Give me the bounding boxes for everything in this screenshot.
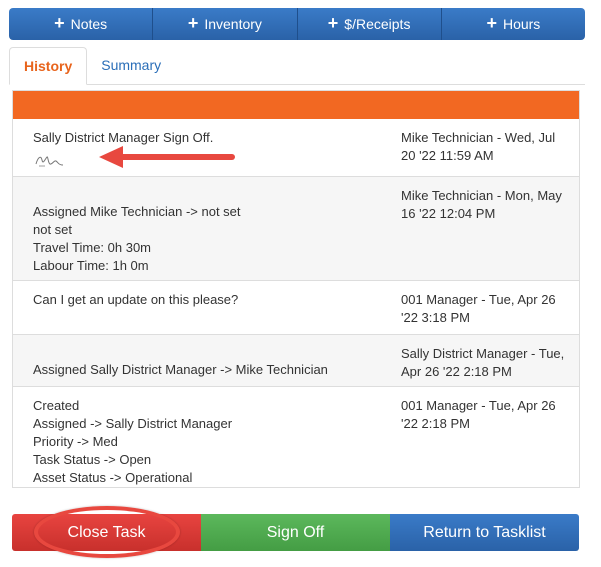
tab-summary[interactable]: Summary — [87, 47, 175, 84]
history-entry-author: Sally District Manager - Tue, Apr 26 '22… — [401, 346, 565, 379]
history-line: Assigned -> Sally District Manager — [33, 416, 233, 431]
history-line: Created — [33, 398, 80, 413]
history-line: Can I get an update on this please? — [33, 292, 239, 307]
history-line: Travel Time: 0h 30m — [33, 240, 152, 255]
history-row: Can I get an update on this please? 001 … — [13, 281, 579, 335]
plus-icon: + — [54, 13, 65, 33]
add-notes-button[interactable]: + Notes — [9, 8, 154, 40]
history-entry-text: Assigned Sally District Manager -> Mike … — [13, 335, 382, 386]
annotation-arrow-icon — [99, 146, 235, 168]
history-line: Assigned Mike Technician -> not set — [33, 204, 241, 219]
add-inventory-button[interactable]: + Inventory — [153, 8, 298, 40]
add-inventory-label: Inventory — [204, 16, 262, 32]
add-receipts-label: $/Receipts — [344, 16, 411, 32]
history-panel: Sally District Manager Sign Off. Mike Te… — [12, 90, 580, 488]
add-receipts-button[interactable]: + $/Receipts — [297, 8, 442, 40]
history-entry-text: Assigned Mike Technician -> not set not … — [13, 177, 382, 280]
history-header-bar — [13, 91, 579, 119]
tab-bar: History Summary — [9, 47, 585, 85]
plus-icon: + — [187, 13, 199, 33]
history-row: Assigned Sally District Manager -> Mike … — [13, 335, 579, 387]
history-entry-text: Created Assigned -> Sally District Manag… — [13, 387, 382, 487]
history-row: Sally District Manager Sign Off. Mike Te… — [13, 119, 579, 177]
history-entry-author: Mike Technician - Mon, May 16 '22 12:04 … — [401, 188, 562, 221]
add-hours-label: Hours — [502, 16, 541, 32]
add-notes-label: Notes — [70, 16, 108, 32]
history-entry-text: Sally District Manager Sign Off. — [13, 119, 382, 176]
signature-icon — [35, 156, 64, 167]
history-line: Priority -> Med — [33, 434, 118, 449]
history-row: Assigned Mike Technician -> not set not … — [13, 177, 579, 281]
history-entry-author: Mike Technician - Wed, Jul 20 '22 11:59 … — [401, 130, 556, 163]
history-line: Task Status -> Open — [33, 452, 152, 467]
history-entry-text: Can I get an update on this please? — [13, 281, 382, 334]
tab-history[interactable]: History — [9, 47, 88, 85]
history-entry-author: 001 Manager - Tue, Apr 26 '22 3:18 PM — [401, 292, 556, 325]
history-entry-author: 001 Manager - Tue, Apr 26 '22 2:18 PM — [401, 398, 556, 431]
return-to-tasklist-button[interactable]: Return to Tasklist — [390, 514, 579, 551]
top-action-bar: + Notes + Inventory + $/Receipts + Hours — [9, 8, 585, 40]
add-hours-button[interactable]: + Hours — [441, 8, 585, 40]
history-row: Created Assigned -> Sally District Manag… — [13, 387, 579, 487]
plus-icon: + — [327, 13, 339, 33]
history-line: Assigned Sally District Manager -> Mike … — [33, 362, 328, 377]
history-line: not set — [33, 222, 73, 237]
bottom-action-bar: Close Task Sign Off Return to Tasklist — [12, 514, 579, 551]
close-task-button[interactable]: Close Task — [12, 514, 201, 551]
plus-icon: + — [486, 13, 497, 33]
history-line: Labour Time: 1h 0m — [33, 258, 149, 273]
history-line: Asset Status -> Operational — [33, 470, 193, 485]
sign-off-button[interactable]: Sign Off — [201, 514, 390, 551]
